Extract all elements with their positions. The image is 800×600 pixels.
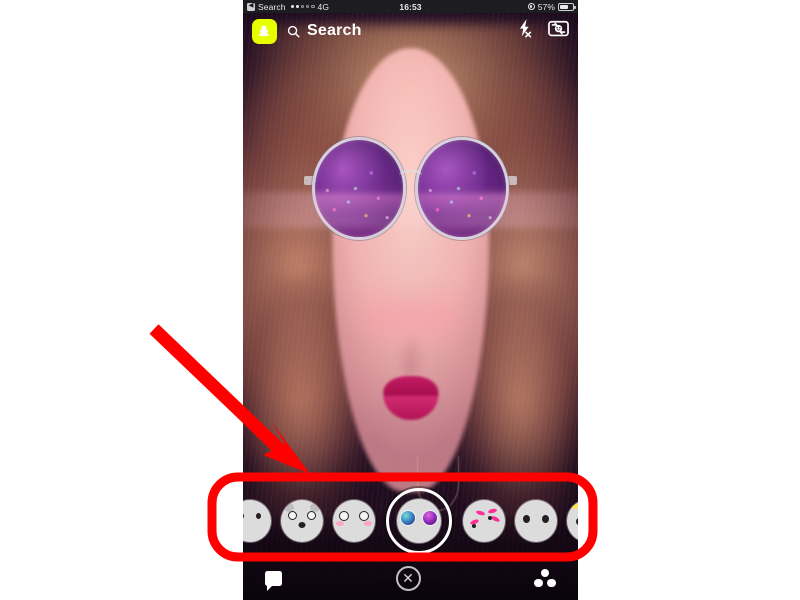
lens-item-round-sunglasses[interactable]	[386, 488, 452, 554]
lens-thumbnail	[567, 500, 578, 542]
search-label: Search	[307, 22, 362, 39]
lens-item-blush-smile[interactable]	[333, 500, 375, 542]
thumb-eye-right	[542, 515, 549, 523]
lens-item-flower-crown[interactable]	[567, 500, 578, 542]
top-app-bar: Search	[243, 13, 578, 49]
lens-item-pink-marks[interactable]	[463, 500, 505, 542]
lens-horizon-right	[417, 194, 507, 214]
thumb-eye-left	[472, 524, 476, 528]
bottom-navigation-bar: ✕	[243, 556, 578, 600]
thumb-eye-left	[523, 515, 530, 523]
thumb-blush-left	[336, 521, 344, 526]
search-icon	[287, 25, 300, 37]
lens-carousel[interactable]	[243, 487, 578, 555]
lens-horizon-left	[314, 194, 404, 214]
lens-thumbnail	[463, 500, 505, 542]
phone-screen: ◀ Search 4G 16:53 57% Search ✕	[243, 0, 578, 600]
chat-bubble-icon[interactable]	[265, 570, 282, 591]
thumb-sunglass-left	[400, 510, 416, 526]
thumb-blush-right	[364, 521, 372, 526]
status-bar: ◀ Search 4G 16:53 57%	[243, 0, 578, 13]
lens-thumbnail	[333, 500, 375, 542]
stories-dots-icon[interactable]	[534, 568, 556, 588]
lens-thumbnail	[397, 499, 441, 543]
thumb-flower	[571, 502, 578, 509]
location-services-icon	[527, 3, 535, 10]
thumb-eye-left	[243, 513, 244, 519]
lens-item-open-mouth[interactable]	[243, 500, 271, 542]
sunglass-lens-right	[414, 136, 510, 240]
screenshot-canvas: ◀ Search 4G 16:53 57% Search ✕	[0, 0, 800, 600]
thumb-eye-left	[339, 511, 349, 521]
battery-percent-label: 57%	[537, 1, 555, 12]
thumb-eye-right	[488, 516, 492, 520]
glasses-bridge	[398, 170, 423, 182]
battery-icon	[558, 2, 576, 11]
thumb-eye-left	[576, 518, 578, 525]
lens-thumbnail	[243, 500, 271, 542]
lens-item-plain-smiley[interactable]	[515, 500, 557, 542]
top-bar-actions	[515, 18, 569, 44]
thumb-eye-left	[288, 511, 297, 520]
flash-off-icon[interactable]	[515, 18, 534, 44]
lens-thumbnail	[281, 500, 323, 542]
thumb-eye-right	[359, 511, 369, 521]
lens-reflection-left	[314, 139, 404, 237]
status-bar-right: 57%	[527, 1, 578, 12]
lens-reflection-right	[417, 139, 507, 237]
lens-item-dog[interactable]	[281, 500, 323, 542]
thumb-pink-mark	[487, 507, 498, 515]
thumb-eye-right	[256, 513, 261, 519]
sunglass-lens-left	[311, 136, 407, 240]
thumb-pink-mark	[475, 509, 486, 517]
thumb-nose	[298, 522, 306, 528]
thumb-eye-right	[307, 511, 316, 520]
close-circle-icon[interactable]: ✕	[395, 565, 421, 591]
snapchat-ghost-icon[interactable]	[252, 18, 277, 44]
thumb-pink-mark	[490, 515, 501, 523]
thumb-sunglass-right	[422, 510, 438, 526]
lens-thumbnail	[515, 500, 557, 542]
search-bar[interactable]: Search	[286, 22, 362, 40]
camera-flip-icon[interactable]	[548, 19, 569, 43]
